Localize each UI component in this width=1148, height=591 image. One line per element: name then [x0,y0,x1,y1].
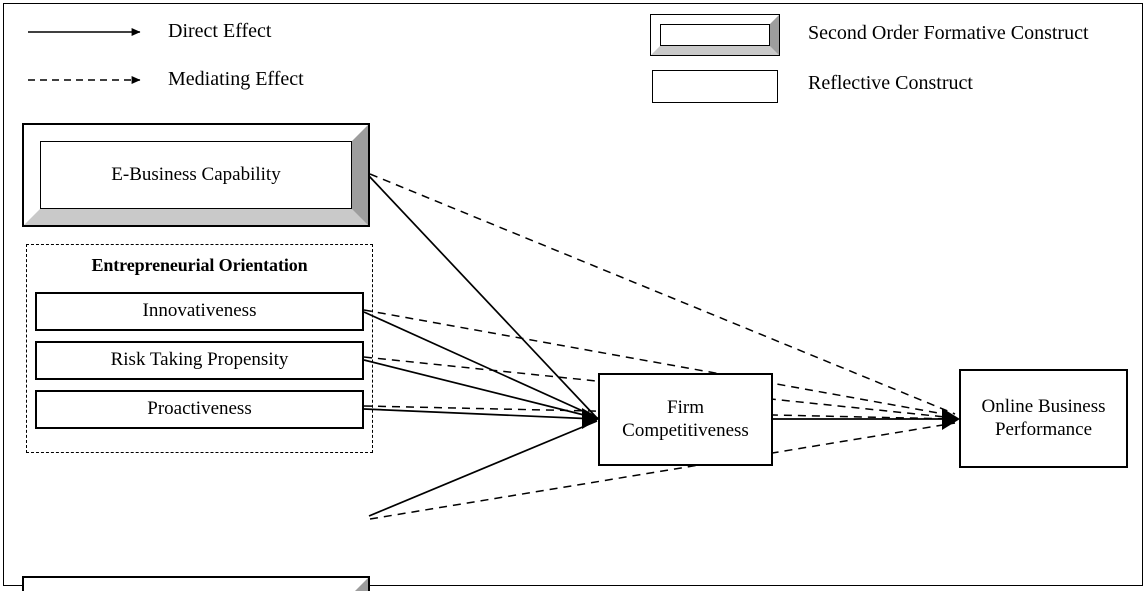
diagram-canvas: Direct Effect Mediating Effect Second Or… [0,0,1148,591]
legend-swatch-bevel-inner [660,24,770,46]
legend-line-samples [28,28,141,84]
legend-swatch-second-order-formative [650,14,780,56]
legend-swatch-reflective [652,70,778,103]
legend-swatch-bevel-face [651,15,779,55]
